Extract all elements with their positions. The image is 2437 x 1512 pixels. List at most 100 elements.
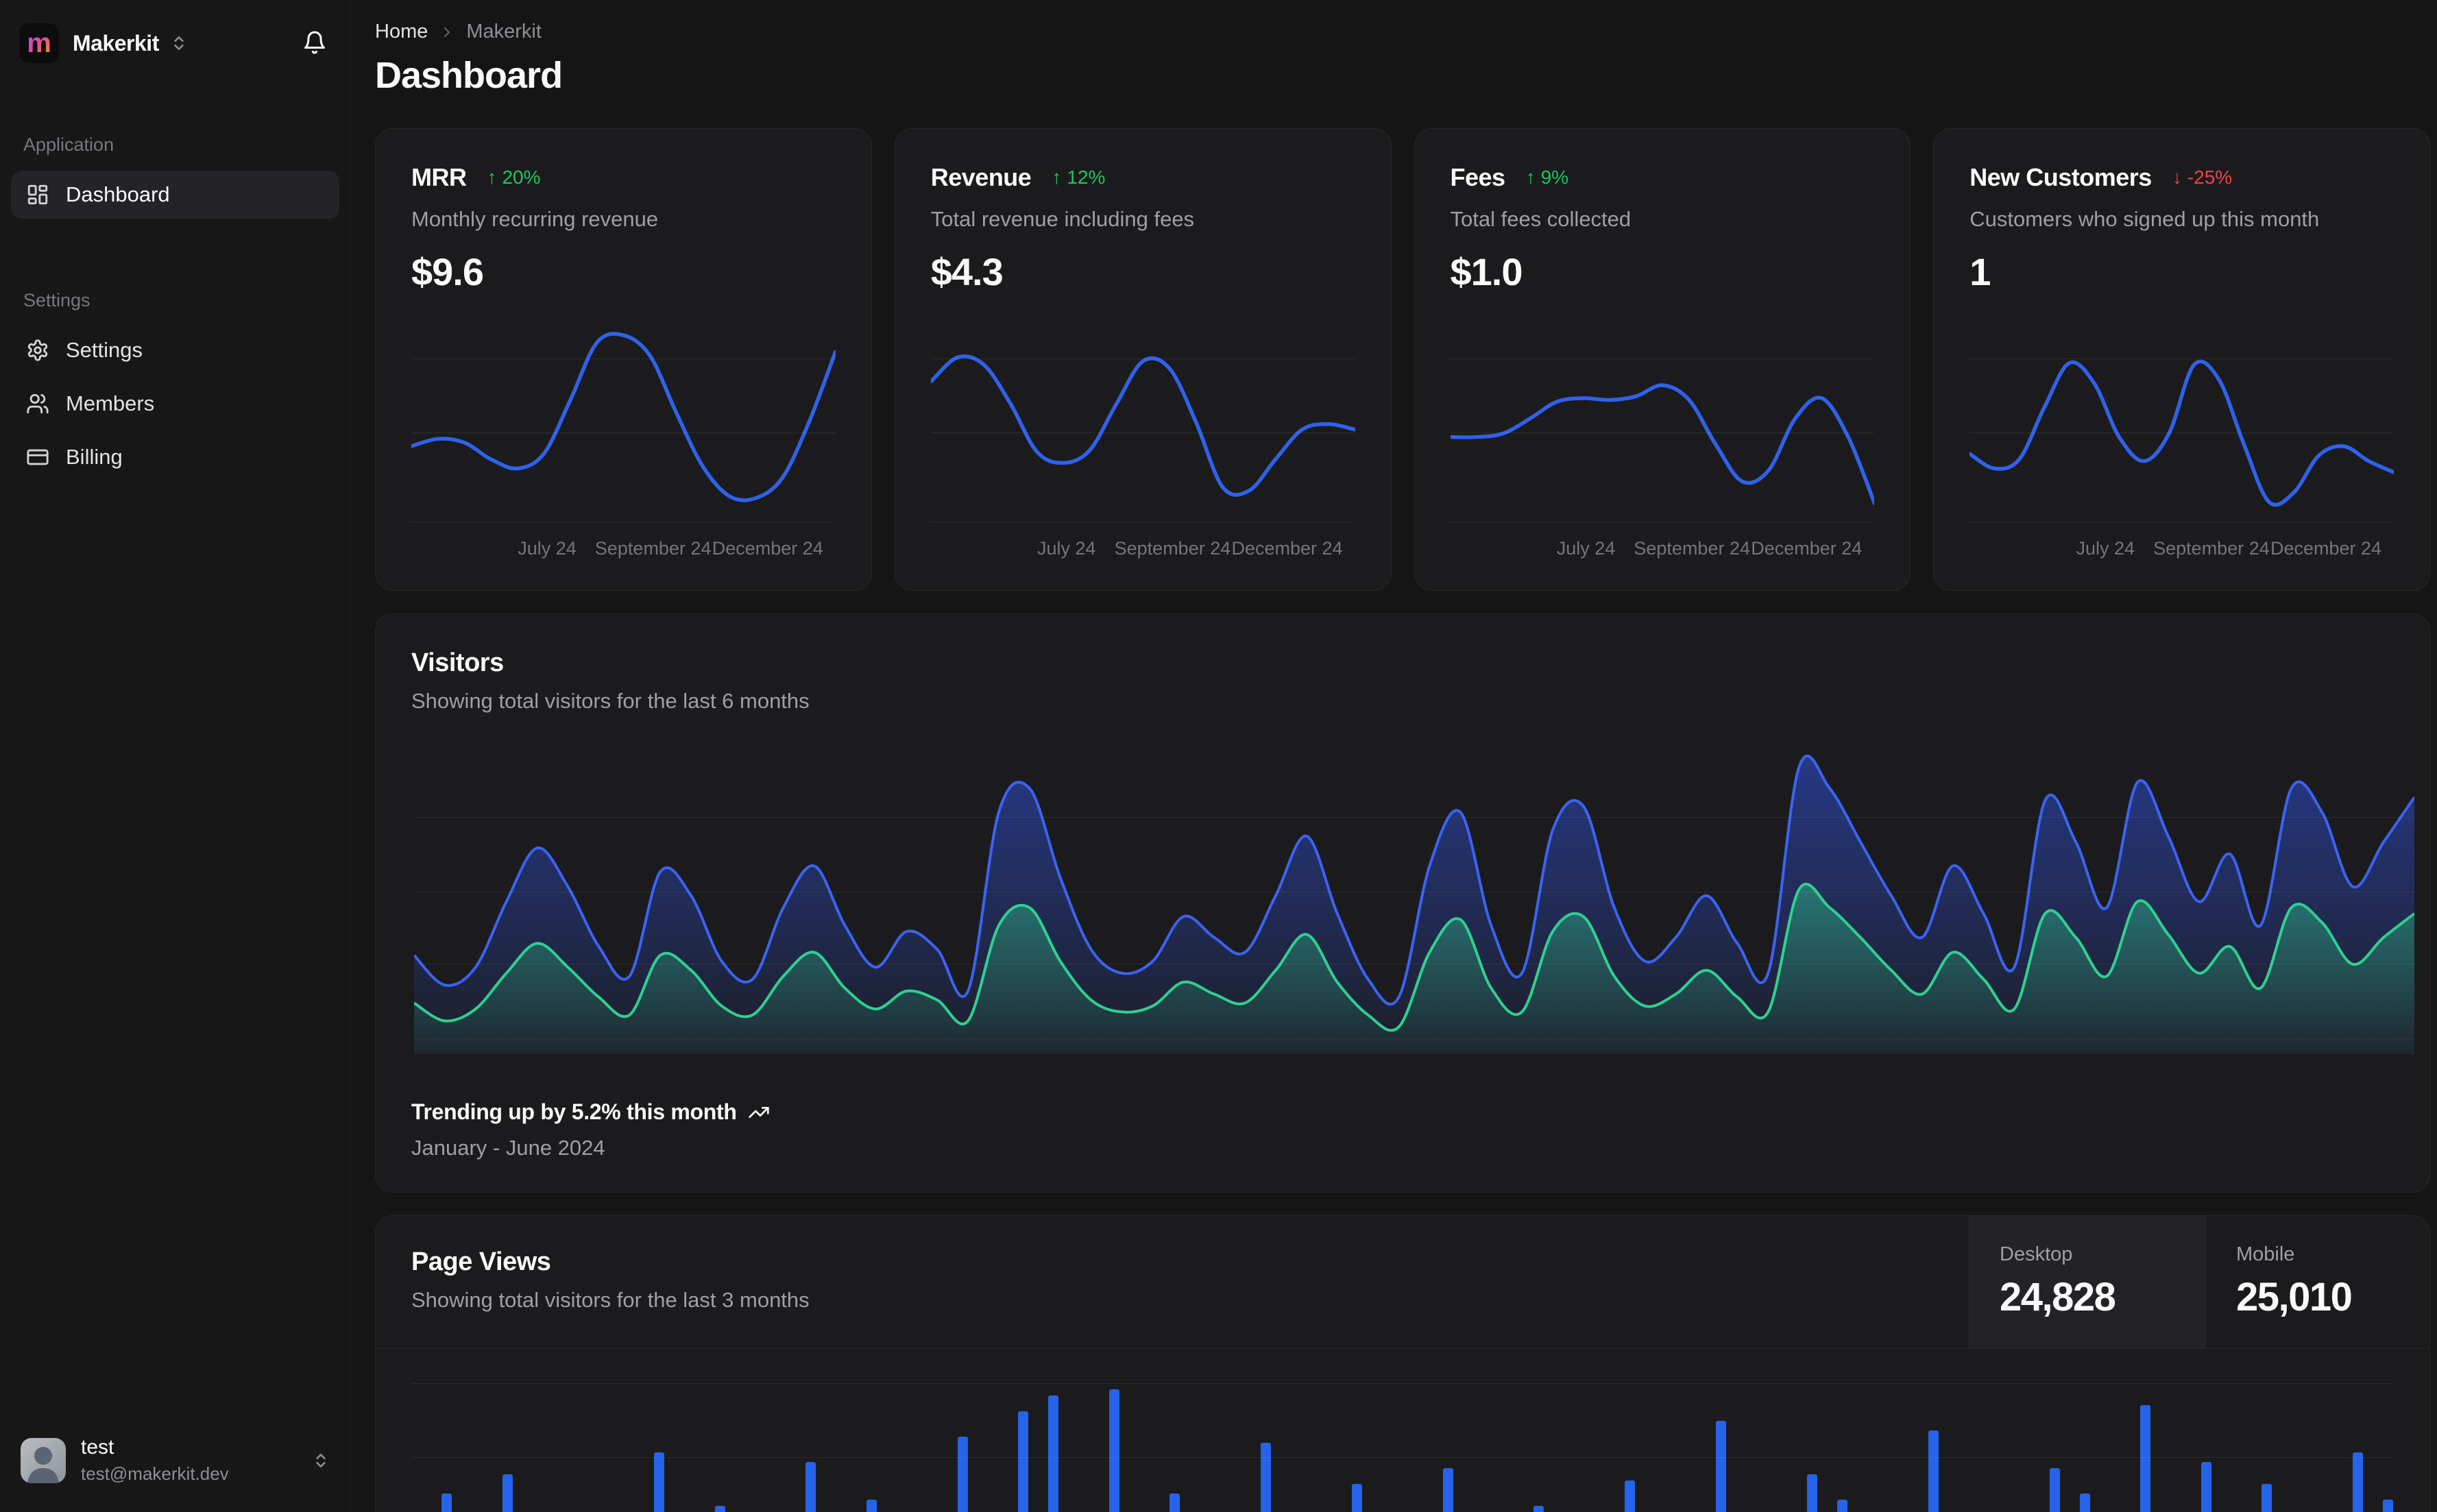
sidebar-item-label: Dashboard <box>66 182 170 206</box>
main-content: Home Makerkit Dashboard MRR ↑ 20% Monthly… <box>351 0 2437 1512</box>
chevrons-up-down-icon <box>170 34 188 52</box>
bar <box>2079 1493 2090 1512</box>
visitors-subtitle: Showing total visitors for the last 6 mo… <box>411 689 810 713</box>
user-name: test <box>81 1436 114 1459</box>
stat-value: $9.6 <box>411 250 484 293</box>
notifications-button[interactable] <box>298 26 331 61</box>
bar <box>441 1493 452 1512</box>
gridline <box>930 358 1355 360</box>
x-tick: December 24 <box>2270 538 2382 559</box>
bar <box>714 1506 725 1512</box>
bar <box>2383 1500 2394 1512</box>
stat-title: MRR <box>411 163 467 191</box>
chevron-right-icon <box>439 24 455 40</box>
gridline <box>1969 432 2394 433</box>
x-tick: December 24 <box>712 538 823 559</box>
gridline <box>411 1457 2394 1458</box>
page-views-subtitle: Showing total visitors for the last 3 mo… <box>411 1288 810 1312</box>
gear-icon <box>26 339 49 362</box>
sparkline-chart <box>1448 323 1876 522</box>
workspace-selector[interactable]: Makerkit <box>73 31 188 56</box>
bar <box>1261 1443 1271 1512</box>
x-tick: September 24 <box>1634 538 1750 559</box>
x-tick: September 24 <box>594 538 712 559</box>
bar <box>2200 1462 2211 1512</box>
date-range-text: January - June 2024 <box>411 1136 605 1160</box>
bar <box>1928 1430 1939 1512</box>
x-tick: September 24 <box>2153 538 2270 559</box>
gridline <box>411 432 836 433</box>
breadcrumb-home-link[interactable]: Home <box>375 21 428 43</box>
sidebar-item-billing[interactable]: Billing <box>11 433 339 481</box>
gridline <box>1969 358 2394 360</box>
trend-value: -25% <box>2187 167 2233 188</box>
sidebar-item-label: Members <box>66 391 155 415</box>
bar <box>1715 1421 1726 1512</box>
x-tick: July 24 <box>1036 538 1096 559</box>
x-axis-labels: July 24 September 24 December 24 <box>931 538 1355 565</box>
stat-value: $1.0 <box>1450 250 1523 293</box>
sidebar-item-members[interactable]: Members <box>11 380 339 428</box>
trending-up-icon <box>748 1101 770 1123</box>
bar <box>866 1500 877 1512</box>
brand-name: Makerkit <box>73 30 159 56</box>
stat-description: Monthly recurring revenue <box>411 207 659 231</box>
svg-text:m: m <box>27 28 51 58</box>
series-toggle-group: Desktop 24,828 Mobile 25,010 <box>1969 1216 2429 1348</box>
gridline <box>411 1383 2394 1384</box>
page-title: Dashboard <box>375 55 563 96</box>
bar <box>1351 1484 1362 1512</box>
arrow-up-icon: ↑ <box>1525 167 1536 188</box>
stat-title: New Customers <box>1969 163 2152 191</box>
bar <box>957 1437 968 1512</box>
mobile-label: Mobile <box>2236 1243 2295 1265</box>
bar <box>1048 1395 1059 1512</box>
mobile-toggle[interactable]: Mobile 25,010 <box>2205 1216 2429 1348</box>
users-icon <box>26 392 49 415</box>
x-tick: July 24 <box>1556 538 1616 559</box>
bar <box>502 1474 513 1512</box>
credit-card-icon <box>26 446 49 469</box>
nav-section-settings: Settings <box>23 290 90 310</box>
bar <box>2049 1468 2060 1512</box>
mobile-value: 25,010 <box>2236 1275 2353 1319</box>
x-tick: July 24 <box>518 538 577 559</box>
x-tick: July 24 <box>2076 538 2135 559</box>
stat-card-revenue: Revenue ↑ 12% Total revenue including fee… <box>894 128 1392 591</box>
stat-cards-row: MRR ↑ 20% Monthly recurring revenue $9.6 … <box>375 128 2430 591</box>
sidebar-nav: Application Dashboard Settings Settings … <box>11 134 339 487</box>
user-menu[interactable]: test test@makerkit.dev <box>11 1429 339 1491</box>
bar <box>654 1452 664 1512</box>
breadcrumb: Home Makerkit <box>375 21 2430 43</box>
gridline <box>1450 432 1875 433</box>
trending-text: Trending up by 5.2% this month <box>411 1099 737 1124</box>
arrow-up-icon: ↑ <box>1052 167 1062 188</box>
stat-card-mrr: MRR ↑ 20% Monthly recurring revenue $9.6 … <box>375 128 872 591</box>
sidebar-item-label: Settings <box>66 338 143 362</box>
trend-badge: ↓ -25% <box>2172 167 2232 188</box>
user-meta: test test@makerkit.dev <box>81 1436 229 1485</box>
gridline <box>414 1038 2414 1040</box>
arrow-down-icon: ↓ <box>2172 167 2182 188</box>
sidebar-item-settings[interactable]: Settings <box>11 326 339 374</box>
bell-icon <box>302 30 327 55</box>
stat-description: Total fees collected <box>1450 207 1632 231</box>
desktop-label: Desktop <box>2000 1243 2073 1265</box>
stat-value: $4.3 <box>930 250 1004 293</box>
gridline <box>1450 358 1875 360</box>
gridline <box>930 432 1355 433</box>
desktop-toggle[interactable]: Desktop 24,828 <box>1969 1216 2205 1348</box>
sparkline-chart <box>1967 323 2396 522</box>
visitors-title: Visitors <box>411 648 504 677</box>
sidebar: m Makerkit Application Dashboard Setting… <box>0 0 351 1512</box>
bar <box>2353 1452 2363 1512</box>
bar <box>2140 1405 2151 1512</box>
breadcrumb-current: Makerkit <box>466 21 542 42</box>
sidebar-item-dashboard[interactable]: Dashboard <box>11 171 339 219</box>
sidebar-item-label: Billing <box>66 445 123 469</box>
trend-value: 20% <box>502 167 541 188</box>
x-tick: September 24 <box>1114 538 1231 559</box>
layout-dashboard-icon <box>26 183 49 206</box>
brand-logo: m <box>19 23 59 63</box>
page-views-card: Page Views Showing total visitors for th… <box>375 1215 2430 1512</box>
